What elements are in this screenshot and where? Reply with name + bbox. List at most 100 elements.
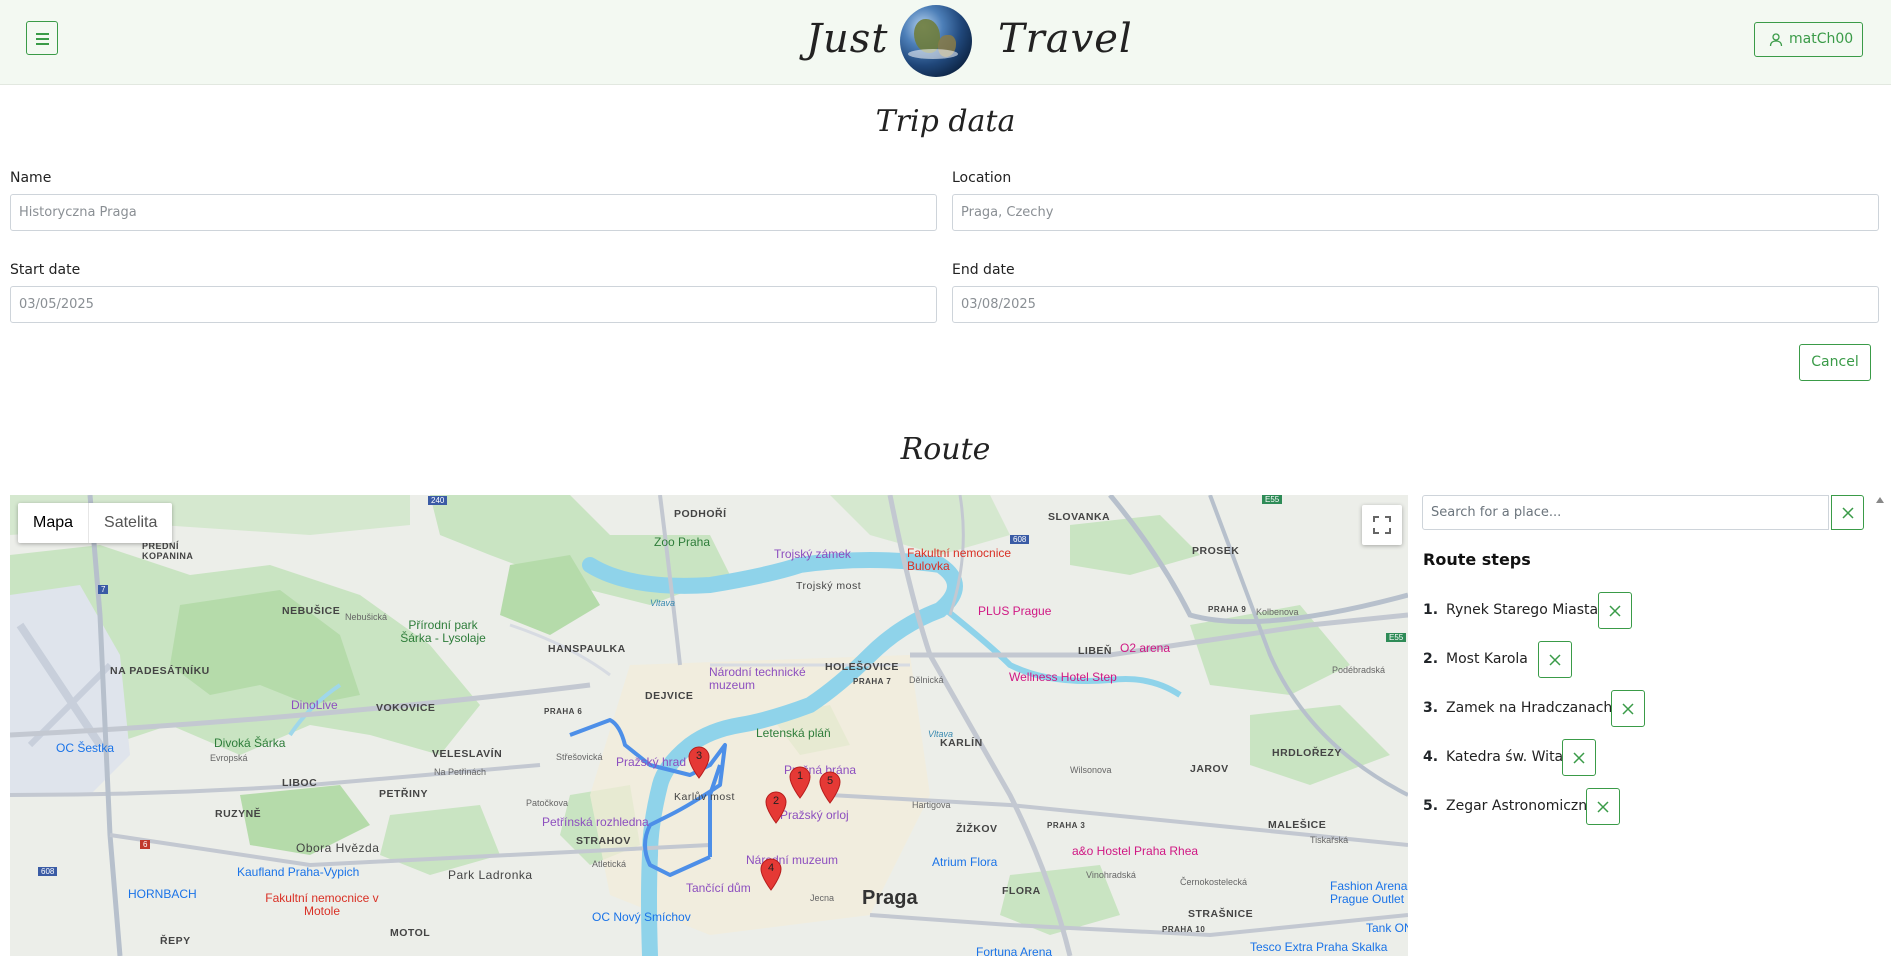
street-label: Tiskařská <box>1310 835 1349 845</box>
cancel-button[interactable]: Cancel <box>1799 344 1871 381</box>
district-label: PODHOŘÍ <box>674 508 727 520</box>
location-input[interactable]: Praga, Czechy <box>952 194 1879 231</box>
trip-data-title: Trip data <box>875 104 1016 139</box>
district-label: HRDLOŘEZY <box>1272 747 1342 759</box>
district-label: PRAHA 10 <box>1162 925 1206 934</box>
route-marker-2[interactable]: 2 <box>764 790 788 824</box>
poi-label: Tesco Extra Praha Skalka <box>1250 940 1388 954</box>
step-number: 2. <box>1423 651 1439 667</box>
hamburger-icon <box>36 33 49 35</box>
poi-label: Park Ladronka <box>448 868 533 882</box>
end-date-label: End date <box>952 262 1015 278</box>
street-label: Kolbenova <box>1256 607 1299 617</box>
user-name: matCh00 <box>1789 31 1854 47</box>
user-button[interactable]: matCh00 <box>1754 22 1863 57</box>
close-icon <box>1573 751 1585 764</box>
district-label: MOTOL <box>390 927 431 939</box>
route-marker-5[interactable]: 5 <box>818 770 842 804</box>
city-label: Praga <box>862 887 918 909</box>
route-marker-1[interactable]: 1 <box>788 765 812 799</box>
name-input[interactable]: Historyczna Praga <box>10 194 937 231</box>
poi-label: Letenská pláň <box>756 726 831 740</box>
road-number: 240 <box>428 496 448 505</box>
district-label: PŘEDNÍ KOPANINA <box>142 541 194 561</box>
street-label: Vinohradská <box>1086 870 1136 880</box>
poi-label: O2 arena <box>1120 641 1171 655</box>
street-label: Evropská <box>210 753 248 763</box>
street-label: Hartigova <box>912 800 951 810</box>
close-icon <box>1841 506 1854 519</box>
poi-label: Pražský orloj <box>780 808 849 822</box>
brand-just: Just <box>806 16 889 62</box>
map-type-control: Mapa Satelita <box>18 503 173 543</box>
menu-button[interactable] <box>26 21 58 55</box>
district-label: PRAHA 7 <box>853 677 892 686</box>
street-label: Černokostelecká <box>1180 877 1248 887</box>
street-label: Jecna <box>810 893 835 903</box>
globe-logo <box>900 5 972 77</box>
map-type-satellite[interactable]: Satelita <box>88 503 172 543</box>
search-clear-button[interactable] <box>1831 495 1864 530</box>
poi-label: OC Nový Smíchov <box>592 910 691 924</box>
remove-step-button[interactable] <box>1562 739 1596 776</box>
step-label: Katedra św. Wita <box>1446 749 1564 765</box>
district-label: JAROV <box>1190 763 1229 775</box>
district-label: VELESLAVÍN <box>432 748 503 760</box>
street-label: Dělnická <box>909 675 944 685</box>
step-label: Zamek na Hradczanach <box>1446 700 1613 716</box>
river-label: Vltava <box>928 729 954 739</box>
remove-step-button[interactable] <box>1538 641 1572 678</box>
road-number: 7 <box>98 585 109 594</box>
poi-label: Národní technické muzeum <box>709 665 806 692</box>
brand-travel: Travel <box>998 16 1133 62</box>
poi-label: Kaufland Praha-Vypich <box>237 865 360 879</box>
close-icon <box>1549 653 1561 666</box>
district-label: PRAHA 9 <box>1208 605 1247 614</box>
route-map[interactable]: PODHOŘÍ SLOVANKA PROSEK NEBUŠICE PŘEDNÍ … <box>10 495 1408 956</box>
district-label: SLOVANKA <box>1048 511 1111 523</box>
close-icon <box>1597 800 1609 813</box>
district-label: PROSEK <box>1192 545 1240 557</box>
remove-step-button[interactable] <box>1598 592 1632 629</box>
map-type-map[interactable]: Mapa <box>18 503 88 543</box>
poi-label: PLUS Prague <box>978 604 1052 618</box>
street-label: Na Petřinách <box>434 767 487 777</box>
poi-label: Atrium Flora <box>932 855 998 869</box>
remove-step-button[interactable] <box>1611 690 1645 727</box>
district-label: ŽIŽKOV <box>956 823 998 835</box>
step-number: 3. <box>1423 700 1439 716</box>
district-label: STRAŠNICE <box>1188 908 1254 920</box>
remove-step-button[interactable] <box>1586 788 1620 825</box>
location-label: Location <box>952 170 1012 186</box>
start-date-label: Start date <box>10 262 81 278</box>
poi-label: Tank ONO <box>1366 921 1408 935</box>
end-date-input[interactable]: 03/08/2025 <box>952 286 1879 323</box>
fullscreen-icon <box>1373 516 1391 534</box>
close-icon <box>1609 604 1621 617</box>
name-label: Name <box>10 170 52 186</box>
poi-label: Obora Hvězda <box>296 841 380 855</box>
district-label: HOLEŠOVICE <box>825 661 899 673</box>
poi-label: Fakultní nemocnice Bulovka <box>907 546 1012 573</box>
poi-label: Fashion Arena Prague Outlet <box>1330 879 1408 906</box>
route-steps-panel: Search for a place... Route steps 1. Ryn… <box>1418 495 1878 956</box>
route-marker-3[interactable]: 3 <box>687 745 711 779</box>
fullscreen-button[interactable] <box>1362 505 1402 545</box>
district-label: VOKOVICE <box>376 702 436 714</box>
step-number: 5. <box>1423 798 1439 814</box>
start-date-input[interactable]: 03/05/2025 <box>10 286 937 323</box>
district-label: RUZYNĚ <box>215 808 262 820</box>
poi-label: DinoLive <box>291 698 338 712</box>
place-search-input[interactable]: Search for a place... <box>1422 495 1829 530</box>
poi-label: Fakultní nemocnice v Motole <box>265 891 379 918</box>
poi-label: Karlův most <box>674 791 735 803</box>
route-marker-4[interactable]: 4 <box>759 857 783 891</box>
district-label: PRAHA 6 <box>544 707 583 716</box>
road-number: 608 <box>38 867 58 876</box>
scroll-up-arrow[interactable] <box>1876 497 1884 503</box>
river-label: Vltava <box>650 598 676 608</box>
poi-label: Přírodní park Šárka - Lysolaje <box>400 618 486 645</box>
district-label: DEJVICE <box>645 690 694 702</box>
poi-label: Trojský zámek <box>774 547 851 561</box>
close-icon <box>1622 702 1634 715</box>
